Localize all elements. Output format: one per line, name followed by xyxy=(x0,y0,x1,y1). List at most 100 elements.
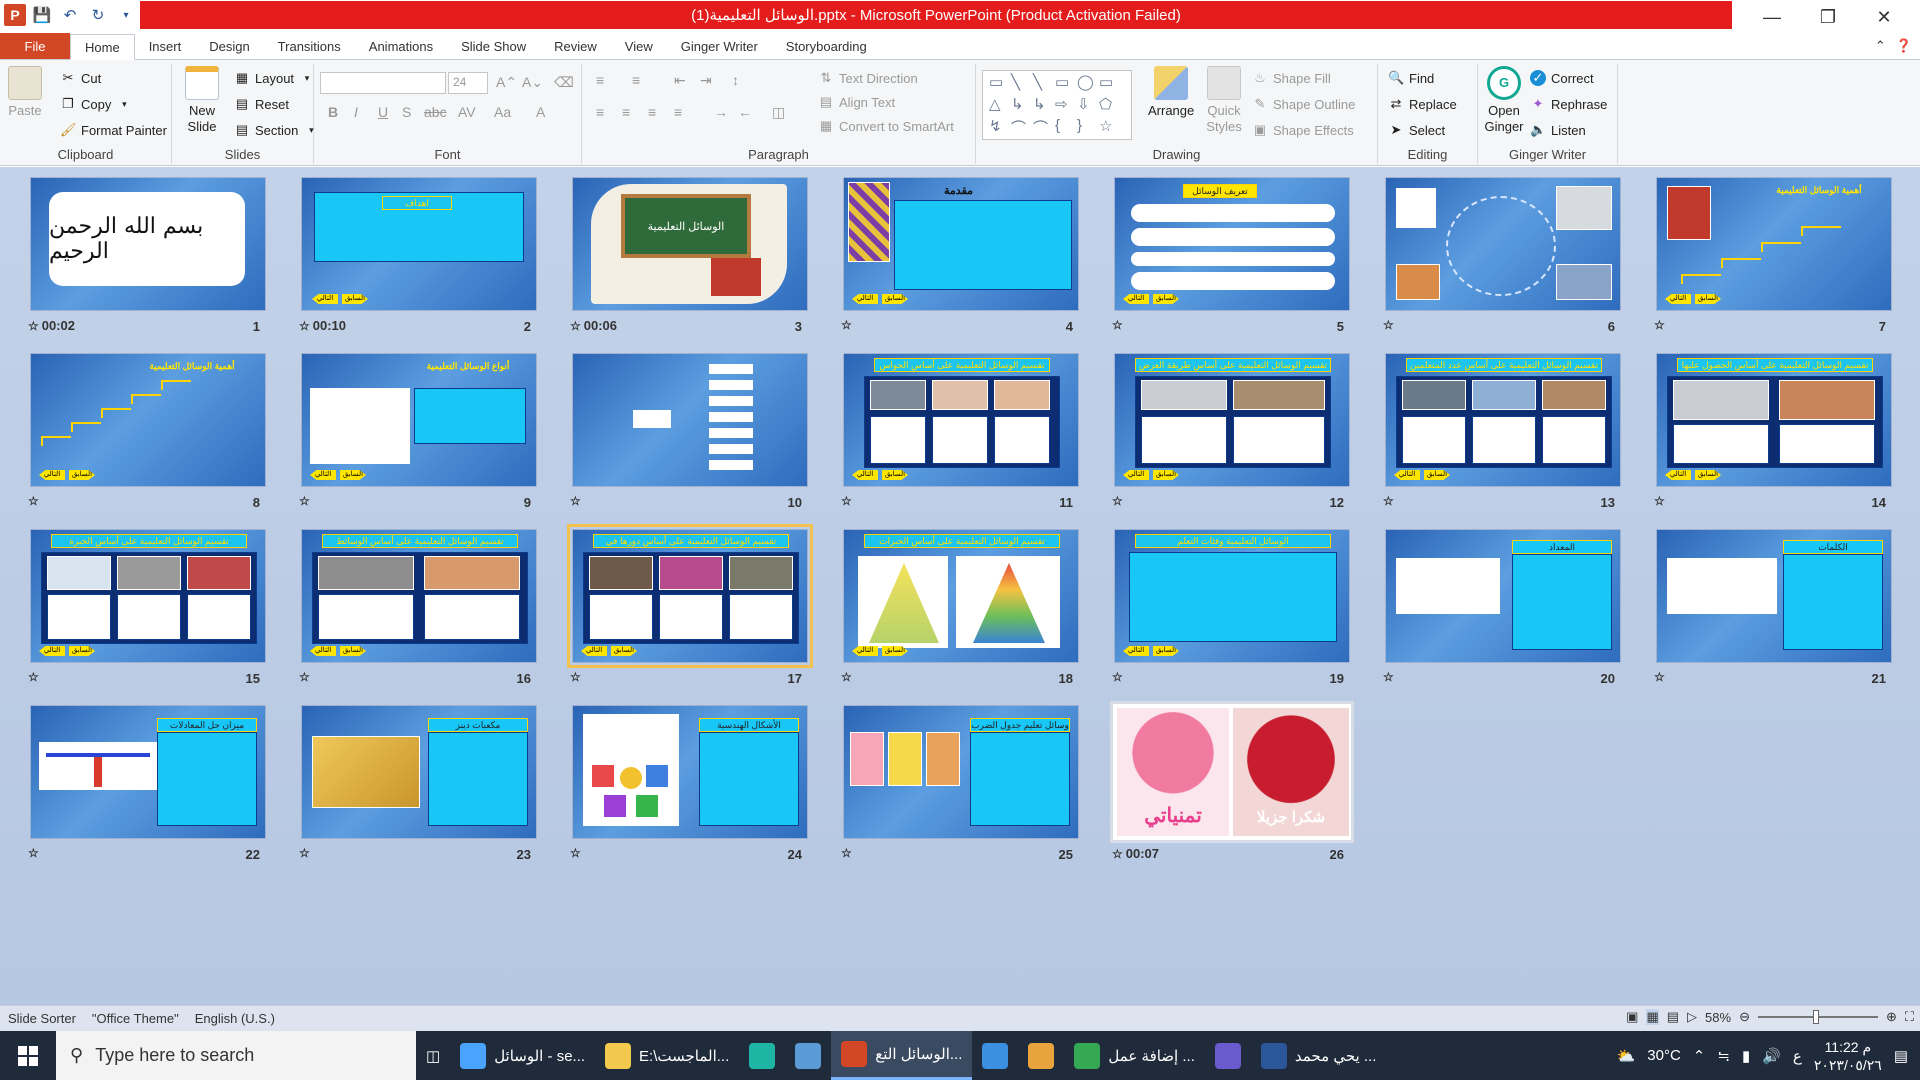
paste-button[interactable]: Paste xyxy=(8,66,42,119)
slide-thumbnail[interactable]: المعداد xyxy=(1385,529,1621,663)
save-icon[interactable]: 💾 xyxy=(30,3,54,27)
cut-button[interactable]: ✂ Cut xyxy=(60,70,102,86)
bold-icon[interactable]: B xyxy=(328,104,338,120)
slide-thumbnail[interactable]: أهمية الوسائل التعليمية التالي السابق xyxy=(30,353,266,487)
tab-ginger-writer[interactable]: Ginger Writer xyxy=(667,33,772,59)
powerpoint-app-icon[interactable]: P xyxy=(4,4,26,26)
tab-slide-show[interactable]: Slide Show xyxy=(447,33,540,59)
redo-icon[interactable]: ↻ xyxy=(86,3,110,27)
shrink-font-icon[interactable]: A⌄ xyxy=(522,74,543,91)
slide-thumbnail[interactable]: بسم الله الرحمن الرحيم xyxy=(30,177,266,311)
language-indicator[interactable]: English (U.S.) xyxy=(187,1011,283,1026)
tab-animations[interactable]: Animations xyxy=(355,33,447,59)
align-text-button[interactable]: ▤ Align Text xyxy=(818,94,895,110)
tab-transitions[interactable]: Transitions xyxy=(264,33,355,59)
slide-thumbnail[interactable]: أهمية الوسائل التعليمية التالي السابق xyxy=(1656,177,1892,311)
start-button[interactable] xyxy=(0,1031,56,1080)
slide-thumbnail[interactable]: تقسيم الوسائل التعليمية على أساس طريقة ا… xyxy=(1114,353,1350,487)
zoom-in-icon[interactable]: ⊕ xyxy=(1886,1009,1897,1025)
clear-formatting-icon[interactable]: ⌫ xyxy=(554,74,574,91)
correct-button[interactable]: ✓ Correct xyxy=(1530,70,1594,86)
convert-smartart-button[interactable]: ▦ Convert to SmartArt xyxy=(818,118,954,134)
minimize-ribbon-icon[interactable]: ⌃ xyxy=(1875,38,1886,54)
slide-thumbnail[interactable]: تقسيم الوسائل التعليمية على أساس الحصول … xyxy=(1656,353,1892,487)
taskbar-item[interactable] xyxy=(1205,1031,1251,1080)
new-slide-button[interactable]: New Slide xyxy=(182,66,222,135)
slide-thumbnail[interactable]: تقسيم الوسائل التعليمية على أساس الوسائط… xyxy=(301,529,537,663)
taskbar-item[interactable] xyxy=(972,1031,1018,1080)
shape-fill-button[interactable]: ♨ Shape Fill xyxy=(1252,70,1331,86)
font-color-icon[interactable]: A xyxy=(536,104,545,120)
fit-to-window-icon[interactable]: ⛶ xyxy=(1905,1009,1914,1025)
strikethrough-icon[interactable]: abc xyxy=(424,104,447,120)
slide-thumbnail[interactable]: الوسائل التعليمية xyxy=(572,177,808,311)
slide-thumbnail-selected[interactable]: تقسيم الوسائل التعليمية على أساس دورها ف… xyxy=(567,524,813,668)
align-right-icon[interactable]: ≡ xyxy=(648,104,656,120)
taskbar-item[interactable] xyxy=(739,1031,785,1080)
zoom-slider-thumb[interactable] xyxy=(1812,1010,1819,1024)
tab-file[interactable]: File xyxy=(0,33,70,59)
slide-thumbnail[interactable]: تقسيم الوسائل التعليمية على أساس عدد الم… xyxy=(1385,353,1621,487)
customize-qat-icon[interactable]: ▾ xyxy=(114,3,138,27)
tab-review[interactable]: Review xyxy=(540,33,611,59)
taskbar-item[interactable]: الوسائل - se... xyxy=(450,1031,595,1080)
arrange-button[interactable]: Arrange xyxy=(1148,66,1194,119)
reading-view-icon[interactable]: ▤ xyxy=(1667,1009,1679,1025)
find-button[interactable]: 🔍 Find xyxy=(1388,70,1434,86)
italic-icon[interactable]: I xyxy=(354,104,358,120)
shape-outline-button[interactable]: ✎ Shape Outline xyxy=(1252,96,1356,112)
columns-icon[interactable]: ◫ xyxy=(772,104,785,121)
network-icon[interactable]: ≒ xyxy=(1717,1047,1730,1065)
replace-button[interactable]: ⇄ Replace xyxy=(1388,96,1457,112)
slide-thumbnail[interactable]: تقسيم الوسائل التعليمية على أساس الخبرة … xyxy=(30,529,266,663)
listen-button[interactable]: 🔈 Listen xyxy=(1530,122,1586,138)
tab-design[interactable]: Design xyxy=(195,33,263,59)
taskbar-item[interactable]: إضافة عمل ... xyxy=(1064,1031,1205,1080)
slide-thumbnail[interactable]: مقدمة التالي السابق xyxy=(843,177,1079,311)
align-left-icon[interactable]: ≡ xyxy=(596,104,604,120)
tab-home[interactable]: Home xyxy=(70,34,135,60)
shapes-gallery[interactable]: ▭ ╲ ╲ ▭ ◯ ▭ △ ↳ ↳ ⇨ ⇩ ⬠ ↯ ⌒ ⌒{} ☆ xyxy=(982,70,1132,140)
slide-thumbnail[interactable]: ميزان حل المعادلات xyxy=(30,705,266,839)
font-name-input[interactable] xyxy=(320,72,446,94)
character-spacing-icon[interactable]: AV xyxy=(458,104,476,120)
select-button[interactable]: ➤ Select xyxy=(1388,122,1446,138)
temperature[interactable]: 30°C xyxy=(1647,1047,1681,1064)
taskbar-item[interactable] xyxy=(1018,1031,1064,1080)
close-icon[interactable]: ✕ xyxy=(1856,0,1912,34)
layout-button[interactable]: ▦ Layout ▾ xyxy=(234,70,315,86)
taskbar-item[interactable] xyxy=(785,1031,831,1080)
numbering-icon[interactable]: ≡ xyxy=(632,72,640,88)
section-button[interactable]: ▤ Section ▾ xyxy=(234,122,319,138)
quick-styles-button[interactable]: Quick Styles xyxy=(1204,66,1244,135)
grow-font-icon[interactable]: A⌃ xyxy=(496,74,517,91)
battery-icon[interactable]: ▮ xyxy=(1742,1047,1750,1065)
tab-insert[interactable]: Insert xyxy=(135,33,196,59)
zoom-level[interactable]: 58% xyxy=(1705,1010,1731,1025)
slide-thumbnail[interactable]: تقسيم الوسائل التعليمية على أساس الخبرات… xyxy=(843,529,1079,663)
taskbar-search[interactable]: ⚲ Type here to search xyxy=(56,1031,416,1080)
slide-thumbnail[interactable] xyxy=(572,353,808,487)
slide-thumbnail[interactable]: الأشكال الهندسية المجسمة xyxy=(572,705,808,839)
slide-thumbnail[interactable]: مكعبات دينز xyxy=(301,705,537,839)
copy-button[interactable]: ❐ Copy ▾ xyxy=(60,96,132,112)
text-direction-button[interactable]: ⇅ Text Direction xyxy=(818,70,918,86)
slide-thumbnail[interactable]: الوسائل التعليمية وفئات التعلم التالي ال… xyxy=(1114,529,1350,663)
restore-icon[interactable]: ❐ xyxy=(1800,0,1856,34)
reset-button[interactable]: ▤ Reset xyxy=(234,96,289,112)
undo-icon[interactable]: ↶ xyxy=(58,3,82,27)
taskbar-item[interactable]: الوسائل التع... xyxy=(831,1031,973,1080)
volume-icon[interactable]: 🔊 xyxy=(1762,1047,1781,1065)
tab-storyboarding[interactable]: Storyboarding xyxy=(772,33,881,59)
tab-view[interactable]: View xyxy=(611,33,667,59)
slide-thumbnail[interactable]: الكلمات xyxy=(1656,529,1892,663)
slideshow-view-icon[interactable]: ▷ xyxy=(1687,1009,1697,1025)
underline-icon[interactable]: U xyxy=(378,104,388,120)
minimize-icon[interactable]: — xyxy=(1744,0,1800,34)
shape-effects-button[interactable]: ▣ Shape Effects xyxy=(1252,122,1354,138)
slide-thumbnail[interactable]: تقسيم الوسائل التعليمية على أساس الحواس … xyxy=(843,353,1079,487)
slide-thumbnail[interactable] xyxy=(1385,177,1621,311)
help-icon[interactable]: ❓ xyxy=(1896,38,1912,54)
taskbar-item[interactable]: يحي محمد ... xyxy=(1251,1031,1386,1080)
line-spacing-icon[interactable]: ↕ xyxy=(732,72,739,88)
